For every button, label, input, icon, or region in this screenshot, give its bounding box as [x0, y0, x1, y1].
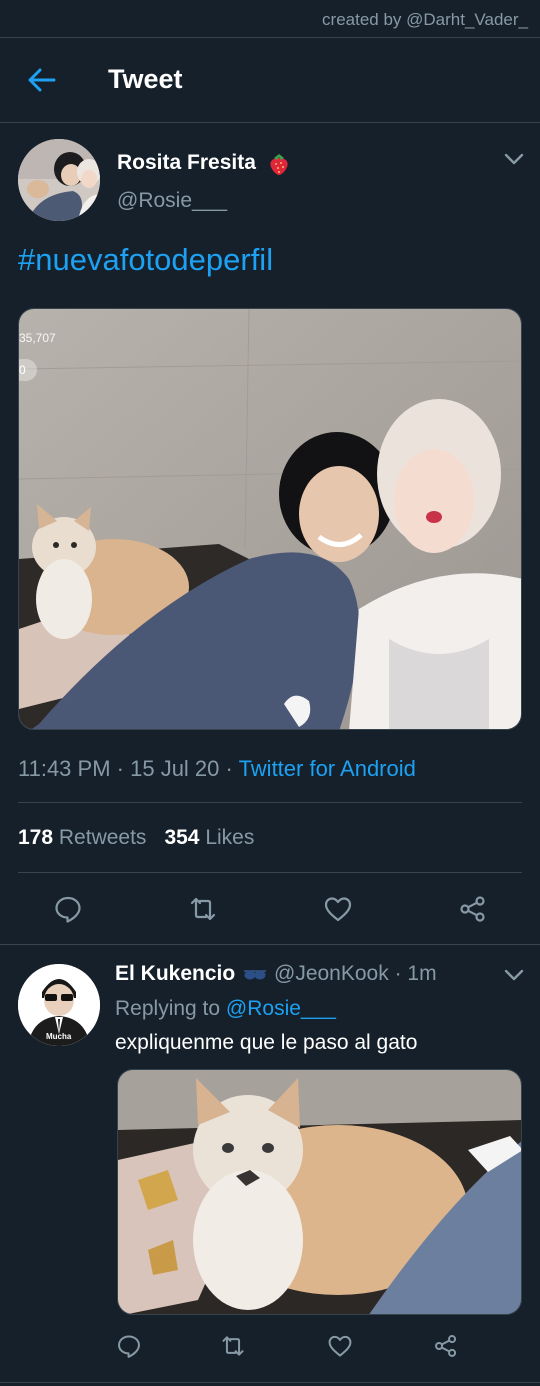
tweet-timestamp-line: 11:43 PM · 15 Jul 20 · Twitter for Andro… [18, 756, 416, 781]
reply-photo[interactable] [117, 1069, 522, 1315]
comment-icon[interactable] [116, 1333, 142, 1359]
sunglasses-emoji-icon [244, 970, 266, 980]
top-app-bar: Tweet [0, 38, 540, 123]
author-avatar[interactable] [18, 139, 100, 221]
divider [18, 802, 522, 803]
divider [0, 944, 540, 945]
reply-time: 1m [407, 962, 437, 985]
tweet-source-link[interactable]: Twitter for Android [239, 756, 416, 781]
replying-to-line: Replying to @Rosie___ [115, 997, 336, 1021]
author-handle[interactable]: @Rosie___ [117, 189, 227, 213]
likes-label[interactable]: Likes [205, 826, 254, 849]
reply-text: expliquenme que le paso al gato [115, 1031, 418, 1054]
tweet-photo[interactable]: 35,707 0 [18, 308, 522, 730]
author-name[interactable]: Rosita Fresita [117, 151, 256, 175]
replying-prefix: Replying to [115, 997, 221, 1020]
tweet-time: 11:43 PM [18, 756, 111, 781]
watermark-text: created by @Darht_Vader_ [322, 10, 528, 29]
tweet-date: 15 Jul 20 [130, 756, 220, 781]
retweet-icon[interactable] [188, 894, 218, 924]
share-icon[interactable] [433, 1333, 459, 1359]
chevron-down-icon[interactable] [504, 968, 524, 982]
back-arrow-icon[interactable] [26, 66, 58, 94]
reply-author-avatar[interactable]: Mucha [18, 964, 100, 1046]
retweets-label[interactable]: Retweets [59, 826, 147, 849]
tweet-stats: 178 Retweets 354 Likes [18, 826, 254, 850]
chevron-down-icon[interactable] [504, 152, 524, 166]
page-title: Tweet [108, 64, 183, 94]
tweet-hashtag-text[interactable]: #nuevafotodeperfil [18, 242, 273, 278]
reply-avatar-caption: Mucha [46, 1032, 72, 1041]
retweets-count[interactable]: 178 [18, 826, 53, 849]
strawberry-emoji-icon [270, 154, 288, 175]
replying-to-handle[interactable]: @Rosie___ [226, 997, 336, 1020]
reply-author-handle[interactable]: @JeonKook [274, 962, 389, 985]
comment-icon[interactable] [53, 894, 83, 924]
reply-author-name[interactable]: El Kukencio [115, 962, 235, 986]
reply-author-meta: @JeonKook · 1m [274, 962, 437, 985]
divider [0, 1382, 540, 1383]
heart-icon[interactable] [323, 894, 353, 924]
heart-icon[interactable] [327, 1333, 353, 1359]
watermark-bar: created by @Darht_Vader_ [0, 0, 540, 38]
retweet-icon[interactable] [220, 1333, 246, 1359]
likes-count[interactable]: 354 [164, 826, 199, 849]
media-overlay-count: 35,707 [19, 331, 56, 345]
divider [18, 872, 522, 873]
share-icon[interactable] [458, 894, 488, 924]
